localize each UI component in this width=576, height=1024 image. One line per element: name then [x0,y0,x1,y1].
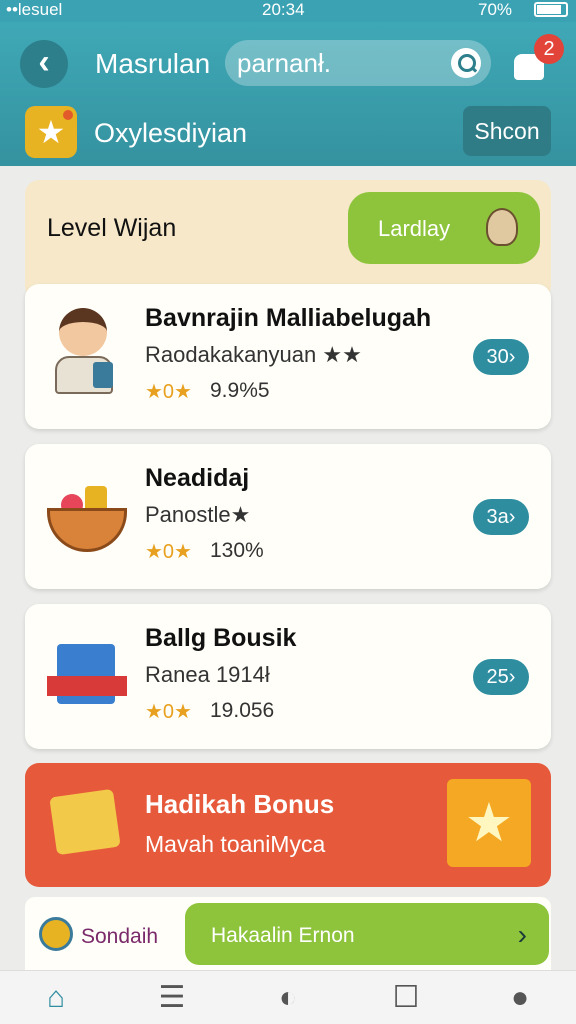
level-button-label: Lardlay [378,216,451,241]
list-item[interactable]: Bavnrajin Malliabelugah Raodakakanyuan ★… [25,284,551,429]
back-button[interactable]: ‹ [20,40,68,88]
item-score: 9.9%5 [210,379,270,402]
chevron-right-icon: › [517,919,527,950]
item-score: 19.056 [210,699,275,722]
user-icon[interactable]: ● [480,971,560,1024]
item-count-button[interactable]: 25› [473,659,529,695]
item-name: Neadidaj [145,464,250,492]
battery-percent: 70% [478,0,513,19]
app-header: ‹ Masrulan parnanł. 2 ★ Oxylesdiyian Shc… [0,22,576,166]
menu-icon[interactable]: ☰ [132,971,212,1024]
show-button[interactable]: Shcon [463,106,551,156]
item-subtitle: Panostle★ [145,502,251,527]
item-subtitle: Ranea 1914ł [145,662,270,687]
chat-icon[interactable]: ☐ [366,971,446,1024]
item-count-button[interactable]: 30› [473,339,529,375]
bottom-label: Sondaih [81,925,159,948]
search-input[interactable]: parnanł. [225,40,491,86]
app-title: Masrulan [95,48,211,79]
status-time: 20:34 [262,0,305,19]
bonus-subtitle: Mavah toaniMyca [145,831,326,857]
notification-badge: 2 [534,34,564,64]
gift-box-icon [47,628,127,718]
item-score: 130% [210,539,264,562]
signal-icon: ••lesuel [6,0,63,19]
subheader-title: Oxylesdiyian [94,118,248,148]
battery-icon [534,2,568,17]
level-button[interactable]: Lardlay [348,192,540,264]
level-card: Level Wijan Lardlay [25,180,551,300]
item-name: Ballg Bousik [145,624,297,652]
rating-stars-icon: ★0★ [145,381,192,403]
notification-button[interactable]: 2 [512,34,564,84]
search-value: parnanł. [237,48,331,78]
item-subtitle: Raodakakanyuan ★★ [145,342,362,367]
bonus-card[interactable]: Hadikah Bonus Mavah toaniMyca ★ [25,763,551,887]
basket-icon [47,468,127,558]
ticket-icon [49,788,121,856]
level-title: Level Wijan [47,214,177,242]
tab-bar: ⌂ ☰ ◐ ☐ ● [0,970,576,1024]
subheader-row: ★ Oxylesdiyian Shcon [0,106,576,166]
mascot-icon [486,208,518,246]
discover-icon[interactable]: ◐ [248,971,328,1024]
avatar [39,917,73,951]
status-bar: ••lesuel 20:34 70% [0,0,576,22]
bottom-action-button[interactable]: Hakaalin Ernon › [185,903,549,965]
list-item[interactable]: Neadidaj Panostle★ ★0★ 130% 3a› [25,444,551,589]
star-icon: ★ [25,106,77,158]
star-box-icon: ★ [447,779,531,867]
bottom-action-label: Hakaalin Ernon [211,924,355,947]
home-icon[interactable]: ⌂ [16,971,96,1024]
bottom-action-row: Sondaih Hakaalin Ernon › [25,897,551,971]
list-item[interactable]: Ballg Bousik Ranea 1914ł ★0★ 19.056 25› [25,604,551,749]
search-icon[interactable] [451,48,481,78]
item-count-button[interactable]: 3a› [473,499,529,535]
boy-avatar-icon [47,308,127,398]
item-name: Bavnrajin Malliabelugah [145,304,432,332]
rating-stars-icon: ★0★ [145,541,192,563]
bonus-title: Hadikah Bonus [145,789,335,819]
rating-stars-icon: ★0★ [145,701,192,723]
